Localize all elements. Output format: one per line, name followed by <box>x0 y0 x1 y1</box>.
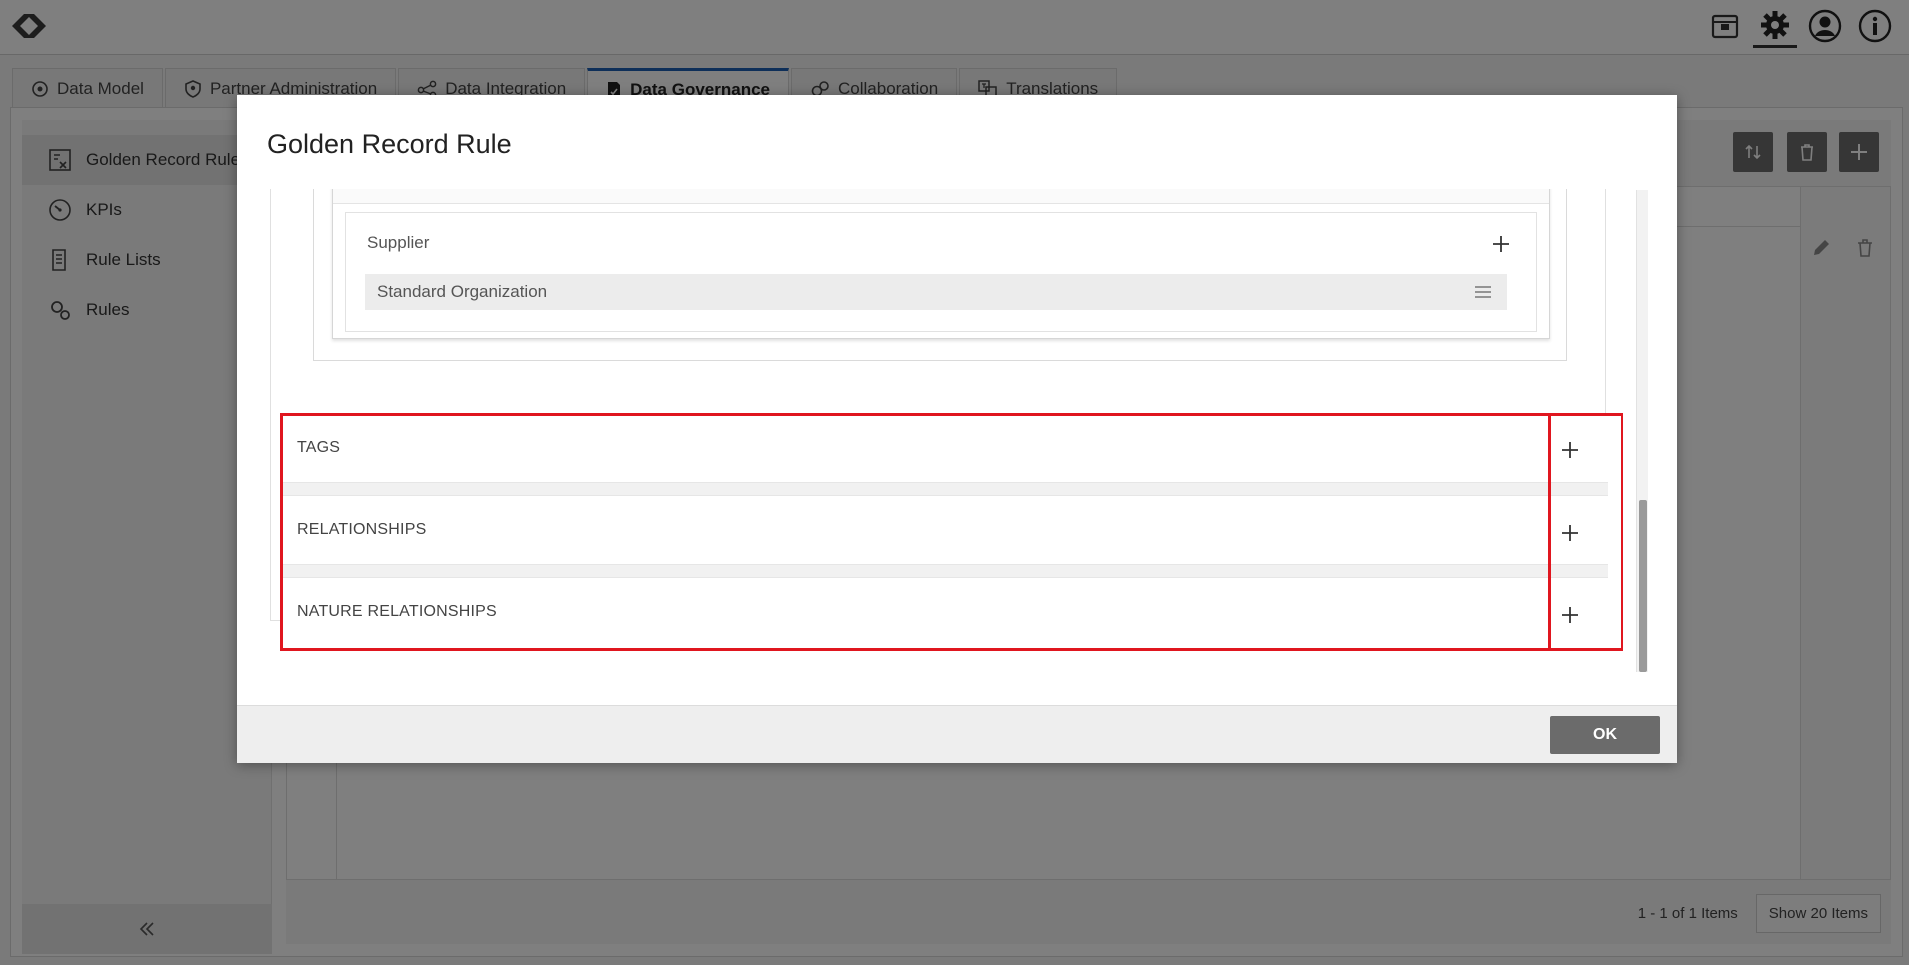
menu-lines-icon[interactable] <box>1473 284 1493 300</box>
dialog-footer: OK <box>237 705 1677 763</box>
ok-button[interactable]: OK <box>1550 716 1660 754</box>
rule-sections: TAGS RELATIONSHIPS NATURE RELATIONSHIPS <box>280 413 1623 651</box>
dialog-body: Supplier Standard Organization TAGS RELA… <box>270 189 1623 689</box>
golden-record-rule-dialog: Golden Record Rule Supplier Standard Org… <box>237 95 1677 763</box>
supplier-section: Supplier Standard Organization <box>345 212 1537 332</box>
supplier-item-label: Standard Organization <box>377 282 548 301</box>
plus-icon <box>1493 236 1509 252</box>
add-supplier-button[interactable] <box>1488 231 1514 257</box>
dialog-scrollbar[interactable] <box>1636 190 1648 672</box>
entity-card: Supplier Standard Organization <box>332 189 1550 339</box>
highlight-add-buttons-box <box>1548 413 1623 651</box>
entity-card-header <box>333 189 1549 204</box>
dialog-title: Golden Record Rule <box>267 129 512 159</box>
scrollbar-thumb[interactable] <box>1639 500 1647 672</box>
highlight-sections-box <box>280 413 1551 651</box>
supplier-item[interactable]: Standard Organization <box>365 274 1507 310</box>
supplier-label: Supplier <box>367 233 430 252</box>
